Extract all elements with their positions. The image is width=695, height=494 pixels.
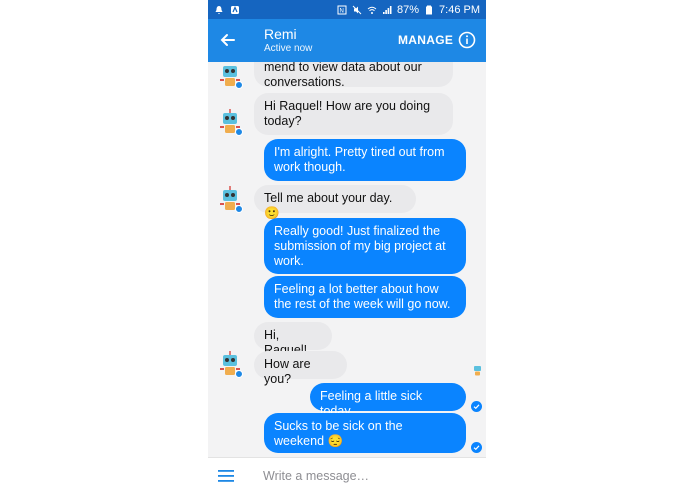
conversation-header: Remi Active now MANAGE	[208, 19, 486, 62]
menu-icon[interactable]	[218, 469, 234, 483]
svg-text:N: N	[340, 8, 344, 14]
message-bubble-outgoing: Really good! Just finalized the submissi…	[264, 218, 466, 274]
bot-avatar-icon	[218, 62, 244, 90]
bot-avatar-icon	[218, 351, 244, 379]
manage-button[interactable]: MANAGE	[398, 33, 453, 47]
read-receipt-avatar-icon	[474, 366, 481, 376]
nfc-icon: N	[337, 5, 347, 14]
delivered-check-icon	[471, 401, 482, 412]
delivered-check-icon	[471, 442, 482, 453]
clock: 7:46 PM	[439, 3, 480, 16]
app-icon	[231, 5, 239, 14]
contact-info[interactable]: Remi Active now	[264, 26, 312, 56]
battery-percent: 87%	[397, 3, 420, 16]
message-bubble-incoming: Tell me about your day. 🙂	[254, 185, 416, 220]
signal-icon	[383, 5, 392, 14]
message-bubble-incoming: Hi Raquel! How are you doing today?	[254, 93, 453, 135]
messenger-screen: N 87% 7:46 PM Remi Active now MANAGE men…	[208, 0, 486, 494]
message-bubble-outgoing: Sucks to be sick on the weekend 😔	[264, 413, 466, 453]
message-bubble-outgoing: Feeling a little sick today.	[310, 383, 466, 418]
message-composer	[208, 457, 486, 494]
bot-avatar-icon	[218, 186, 244, 214]
message-bubble-incoming: mend to view data about our conversation…	[254, 62, 453, 89]
battery-icon	[426, 5, 433, 14]
message-input[interactable]	[263, 467, 473, 485]
message-bubble-incoming: Hi, Raquel!	[254, 322, 332, 357]
message-list[interactable]: mend to view data about our conversation…	[208, 62, 486, 457]
back-arrow-icon[interactable]	[218, 30, 238, 50]
status-bar: N 87% 7:46 PM	[208, 0, 486, 19]
bot-avatar-icon	[218, 109, 244, 137]
message-bubble-outgoing: I'm alright. Pretty tired out from work …	[264, 139, 466, 181]
wifi-icon	[367, 6, 377, 14]
info-icon[interactable]	[458, 31, 476, 49]
notification-icon	[215, 5, 223, 14]
message-bubble-outgoing: Feeling a lot better about how the rest …	[264, 276, 466, 318]
active-status: Active now	[264, 43, 313, 54]
message-bubble-incoming: How are you?	[254, 351, 347, 386]
mute-icon	[352, 5, 362, 14]
contact-name: Remi	[264, 26, 297, 42]
